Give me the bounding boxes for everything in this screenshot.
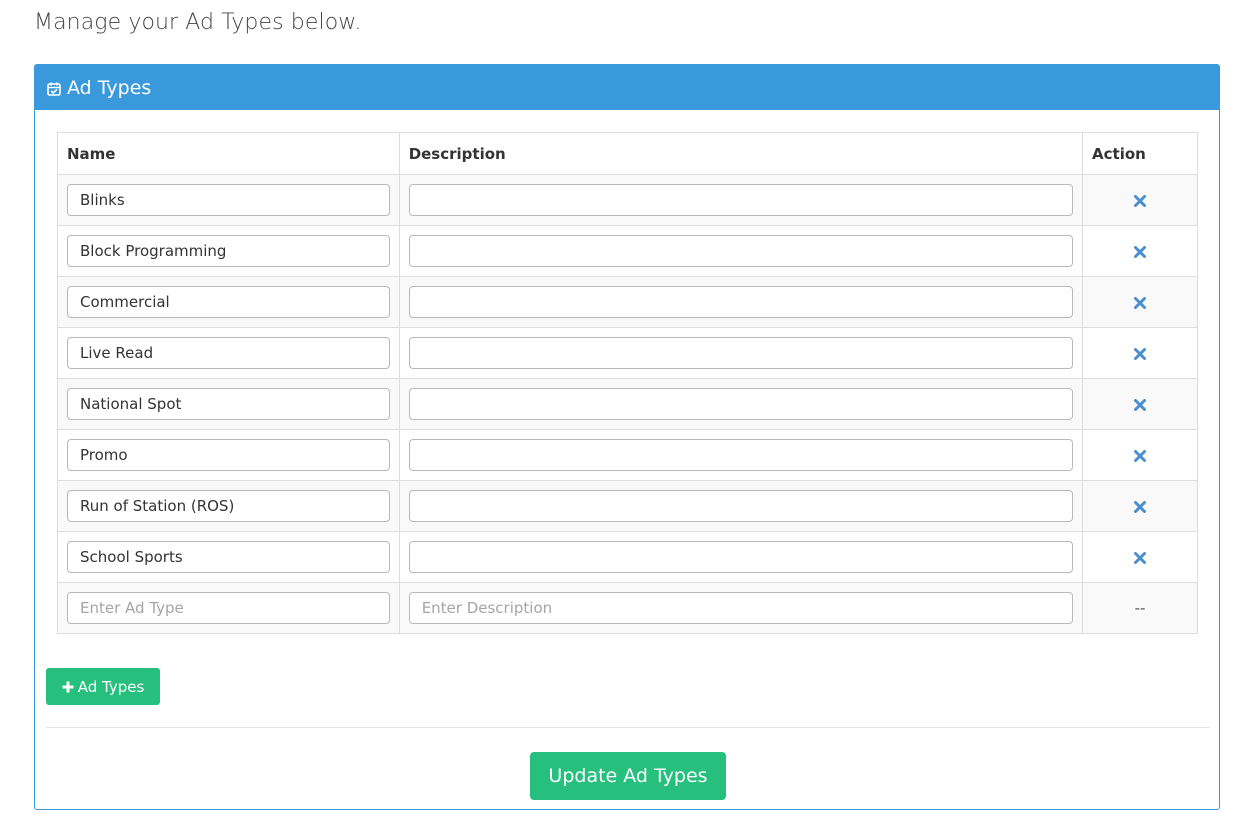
ad-type-description-input[interactable]: [408, 388, 1074, 420]
column-header-name: Name: [57, 132, 400, 175]
ad-type-description-input[interactable]: [408, 286, 1074, 318]
name-cell: [57, 480, 400, 532]
name-cell: [57, 378, 400, 430]
name-cell: [57, 582, 400, 634]
ad-type-description-input[interactable]: [408, 490, 1074, 522]
description-cell: [398, 582, 1084, 634]
table-row: [57, 225, 1198, 277]
ad-types-panel: Ad Types Name Description Action Blinks …: [34, 64, 1220, 810]
ad-type-name-input[interactable]: [67, 235, 390, 267]
action-cell: [1082, 174, 1198, 226]
column-header-description: Description: [398, 132, 1084, 175]
description-cell: [398, 225, 1084, 277]
column-header-action: Action: [1082, 132, 1198, 175]
table-row: [57, 276, 1198, 328]
no-action-text: --: [1134, 599, 1146, 617]
new-entry-row: --: [57, 582, 1198, 634]
action-cell: [1082, 327, 1198, 379]
calendar-check-icon: [46, 81, 62, 97]
delete-icon[interactable]: [1133, 296, 1147, 310]
delete-icon[interactable]: [1133, 194, 1147, 208]
ad-type-description-input[interactable]: [408, 235, 1074, 267]
action-cell: [1082, 225, 1198, 277]
new-description-input[interactable]: [408, 592, 1074, 624]
table-row: [57, 378, 1198, 430]
action-cell: --: [1082, 582, 1198, 634]
ad-type-description-input[interactable]: [408, 439, 1074, 471]
description-cell: [398, 378, 1084, 430]
table-header-row: Name Description Action: [57, 132, 1198, 175]
delete-icon[interactable]: [1133, 551, 1147, 565]
action-cell: [1082, 531, 1198, 583]
panel-header: Ad Types: [35, 65, 1219, 110]
table-row: [57, 327, 1198, 379]
name-cell: [57, 327, 400, 379]
table-row: [57, 429, 1198, 481]
delete-icon[interactable]: [1133, 449, 1147, 463]
delete-icon[interactable]: [1133, 500, 1147, 514]
ad-type-name-input[interactable]: [67, 286, 390, 318]
ad-type-description-input[interactable]: [408, 541, 1074, 573]
description-cell: [398, 531, 1084, 583]
page-intro-text: Manage your Ad Types below.: [34, 10, 362, 35]
ad-type-description-input[interactable]: [408, 184, 1074, 216]
delete-icon[interactable]: [1133, 398, 1147, 412]
name-cell: [57, 429, 400, 481]
name-cell: [57, 276, 400, 328]
description-cell: [398, 429, 1084, 481]
description-cell: [398, 327, 1084, 379]
ad-types-table: Name Description Action Blinks Block Pro…: [57, 132, 1198, 634]
plus-icon: [62, 681, 74, 693]
add-button-label: Ad Types: [77, 677, 145, 696]
ad-type-name-input[interactable]: [67, 541, 390, 573]
description-cell: [398, 174, 1084, 226]
delete-icon[interactable]: [1133, 245, 1147, 259]
add-ad-type-button[interactable]: Ad Types: [46, 668, 160, 705]
footer-divider: [46, 727, 1210, 728]
ad-type-name-input[interactable]: [67, 490, 390, 522]
name-cell: [57, 174, 400, 226]
description-cell: [398, 276, 1084, 328]
ad-type-name-input[interactable]: [67, 184, 390, 216]
action-cell: [1082, 480, 1198, 532]
action-cell: [1082, 276, 1198, 328]
action-cell: [1082, 378, 1198, 430]
new-ad-type-input[interactable]: [67, 592, 390, 624]
ad-type-name-input[interactable]: [67, 439, 390, 471]
panel-title: Ad Types: [67, 76, 152, 99]
table-row: [57, 531, 1198, 583]
table-row: [57, 480, 1198, 532]
ad-type-description-input[interactable]: [408, 337, 1074, 369]
table-row: [57, 174, 1198, 226]
description-cell: [398, 480, 1084, 532]
name-cell: [57, 531, 400, 583]
ad-type-name-input[interactable]: [67, 388, 390, 420]
delete-icon[interactable]: [1133, 347, 1147, 361]
action-cell: [1082, 429, 1198, 481]
update-ad-types-button[interactable]: Update Ad Types: [530, 752, 726, 800]
name-cell: [57, 225, 400, 277]
ad-type-name-input[interactable]: [67, 337, 390, 369]
